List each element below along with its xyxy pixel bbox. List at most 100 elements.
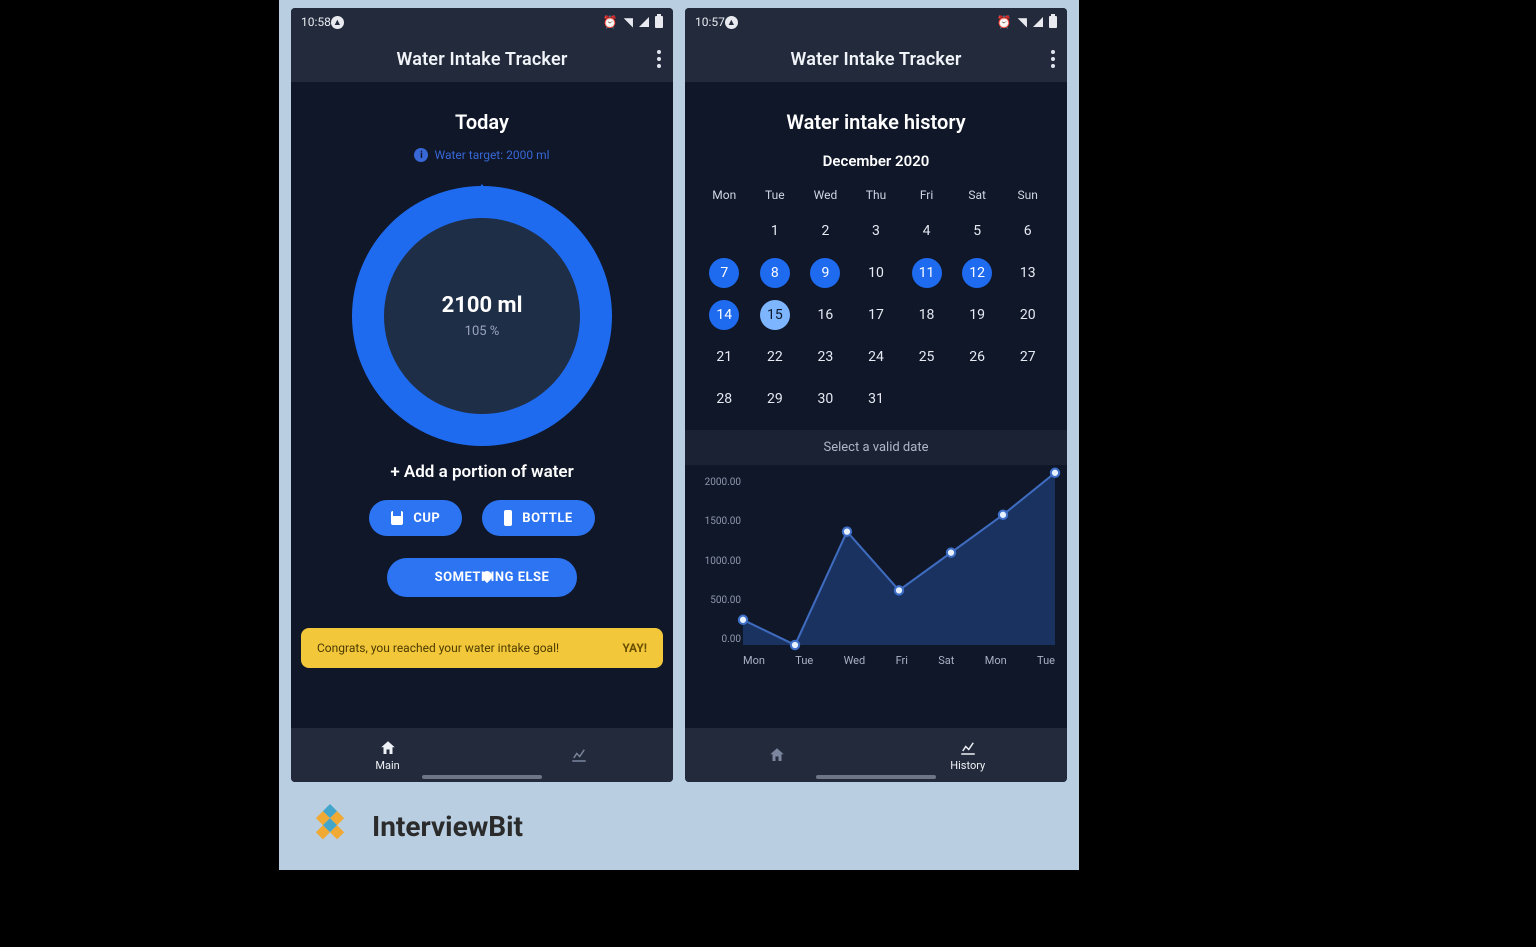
wifi-icon: ◥ bbox=[624, 15, 633, 29]
nav-main-tab[interactable]: Main bbox=[375, 739, 399, 772]
status-bar: 10:57 ▲ ⏰ ◥ bbox=[685, 8, 1067, 36]
status-bar: 10:58 ▲ ⏰ ◥ bbox=[291, 8, 673, 36]
x-tick: Fri bbox=[896, 654, 908, 667]
nav-handle bbox=[816, 775, 936, 779]
something-else-button[interactable]: SOMETHING ELSE bbox=[387, 558, 578, 597]
calendar-day[interactable]: 20 bbox=[1002, 300, 1053, 330]
calendar-day[interactable]: 7 bbox=[699, 258, 750, 288]
bottom-nav: Main bbox=[291, 728, 673, 782]
status-app-icon: ▲ bbox=[331, 16, 344, 29]
calendar-day[interactable]: 9 bbox=[800, 258, 851, 288]
overflow-menu-button[interactable] bbox=[1051, 50, 1055, 68]
calendar-day[interactable]: 23 bbox=[800, 342, 851, 372]
select-date-hint: Select a valid date bbox=[685, 430, 1067, 465]
calendar-day[interactable]: 8 bbox=[750, 258, 801, 288]
calendar-day[interactable]: 30 bbox=[800, 384, 851, 414]
bottle-button[interactable]: BOTTLE bbox=[482, 500, 594, 536]
battery-icon bbox=[1049, 16, 1057, 28]
calendar-dow: Mon bbox=[699, 188, 750, 202]
home-icon bbox=[767, 746, 787, 764]
signal-icon bbox=[639, 17, 649, 27]
calendar-day[interactable]: 29 bbox=[750, 384, 801, 414]
x-tick: Wed bbox=[844, 654, 866, 667]
status-icons: ⏰ ◥ bbox=[997, 15, 1057, 29]
calendar-day[interactable]: 22 bbox=[750, 342, 801, 372]
nav-history-label: History bbox=[950, 759, 985, 772]
today-heading: Today bbox=[291, 110, 673, 134]
toast-message: Congrats, you reached your water intake … bbox=[317, 641, 559, 655]
intake-value: 2100 ml bbox=[442, 293, 523, 318]
chart-y-axis: 2000.001500.001000.00500.000.00 bbox=[693, 477, 741, 645]
calendar-day[interactable]: 14 bbox=[699, 300, 750, 330]
cup-button-label: CUP bbox=[413, 511, 440, 526]
signal-icon bbox=[1033, 17, 1043, 27]
calendar-day[interactable]: 19 bbox=[952, 300, 1003, 330]
calendar-day[interactable]: 10 bbox=[851, 258, 902, 288]
y-tick: 2000.00 bbox=[693, 477, 741, 488]
calendar-day[interactable]: 24 bbox=[851, 342, 902, 372]
calendar-day[interactable]: 2 bbox=[800, 216, 851, 246]
cup-button[interactable]: CUP bbox=[369, 500, 462, 536]
water-target-text: Water target: 2000 ml bbox=[434, 148, 549, 162]
overflow-menu-button[interactable] bbox=[657, 50, 661, 68]
bottle-icon bbox=[504, 510, 512, 526]
calendar-month: December 2020 bbox=[685, 152, 1067, 170]
intake-percent: 105 % bbox=[465, 324, 500, 339]
calendar-day[interactable]: 26 bbox=[952, 342, 1003, 372]
water-target-row[interactable]: i Water target: 2000 ml bbox=[291, 148, 673, 162]
watermark: InterviewBit bbox=[300, 800, 523, 853]
app-title: Water Intake Tracker bbox=[790, 49, 961, 70]
calendar-empty-cell bbox=[699, 216, 750, 246]
y-tick: 0.00 bbox=[693, 634, 741, 645]
calendar-day[interactable]: 21 bbox=[699, 342, 750, 372]
y-tick: 1000.00 bbox=[693, 556, 741, 567]
alarm-icon: ⏰ bbox=[997, 15, 1012, 29]
history-chart: 2000.001500.001000.00500.000.00 MonTueWe… bbox=[691, 471, 1061, 671]
battery-icon bbox=[655, 16, 663, 28]
calendar-day[interactable]: 3 bbox=[851, 216, 902, 246]
calendar-day[interactable]: 31 bbox=[851, 384, 902, 414]
home-icon bbox=[378, 739, 398, 757]
info-icon: i bbox=[414, 148, 428, 162]
app-bar: Water Intake Tracker bbox=[291, 36, 673, 82]
add-portion-label: + Add a portion of water bbox=[291, 462, 673, 482]
chart-plot bbox=[743, 477, 1055, 645]
calendar-day[interactable]: 27 bbox=[1002, 342, 1053, 372]
calendar-day[interactable]: 6 bbox=[1002, 216, 1053, 246]
calendar-day[interactable]: 11 bbox=[901, 258, 952, 288]
chart-icon bbox=[958, 739, 978, 757]
calendar-day[interactable]: 28 bbox=[699, 384, 750, 414]
x-tick: Mon bbox=[743, 654, 765, 667]
status-icons: ⏰ ◥ bbox=[603, 15, 663, 29]
nav-history-tab[interactable]: History bbox=[950, 739, 985, 772]
status-time: 10:57 bbox=[695, 15, 725, 29]
watermark-text: InterviewBit bbox=[372, 810, 523, 843]
stage: 10:58 ▲ ⏰ ◥ Water Intake Tracker Today i… bbox=[279, 0, 1079, 870]
calendar-day[interactable]: 1 bbox=[750, 216, 801, 246]
x-tick: Tue bbox=[1037, 654, 1055, 667]
nav-main-label: Main bbox=[375, 759, 399, 772]
nav-history-tab[interactable] bbox=[569, 746, 589, 764]
x-tick: Mon bbox=[985, 654, 1007, 667]
nav-main-tab[interactable] bbox=[767, 746, 787, 764]
calendar-day[interactable]: 12 bbox=[952, 258, 1003, 288]
status-app-icon: ▲ bbox=[725, 16, 738, 29]
calendar-day[interactable]: 16 bbox=[800, 300, 851, 330]
app-bar: Water Intake Tracker bbox=[685, 36, 1067, 82]
history-heading: Water intake history bbox=[685, 110, 1067, 134]
alarm-icon: ⏰ bbox=[603, 15, 618, 29]
goal-toast[interactable]: Congrats, you reached your water intake … bbox=[301, 628, 663, 668]
calendar-day[interactable]: 15 bbox=[750, 300, 801, 330]
phone-main: 10:58 ▲ ⏰ ◥ Water Intake Tracker Today i… bbox=[291, 8, 673, 782]
calendar-day[interactable]: 25 bbox=[901, 342, 952, 372]
calendar-dow: Sat bbox=[952, 188, 1003, 202]
calendar-day[interactable]: 17 bbox=[851, 300, 902, 330]
calendar-day[interactable]: 5 bbox=[952, 216, 1003, 246]
calendar-day[interactable]: 13 bbox=[1002, 258, 1053, 288]
calendar-day[interactable]: 18 bbox=[901, 300, 952, 330]
interviewbit-logo-icon bbox=[300, 800, 360, 853]
calendar-day[interactable]: 4 bbox=[901, 216, 952, 246]
history-content: Water intake history December 2020 Mon Tu… bbox=[685, 82, 1067, 728]
cup-icon bbox=[391, 511, 403, 525]
toast-action[interactable]: YAY! bbox=[622, 641, 647, 655]
